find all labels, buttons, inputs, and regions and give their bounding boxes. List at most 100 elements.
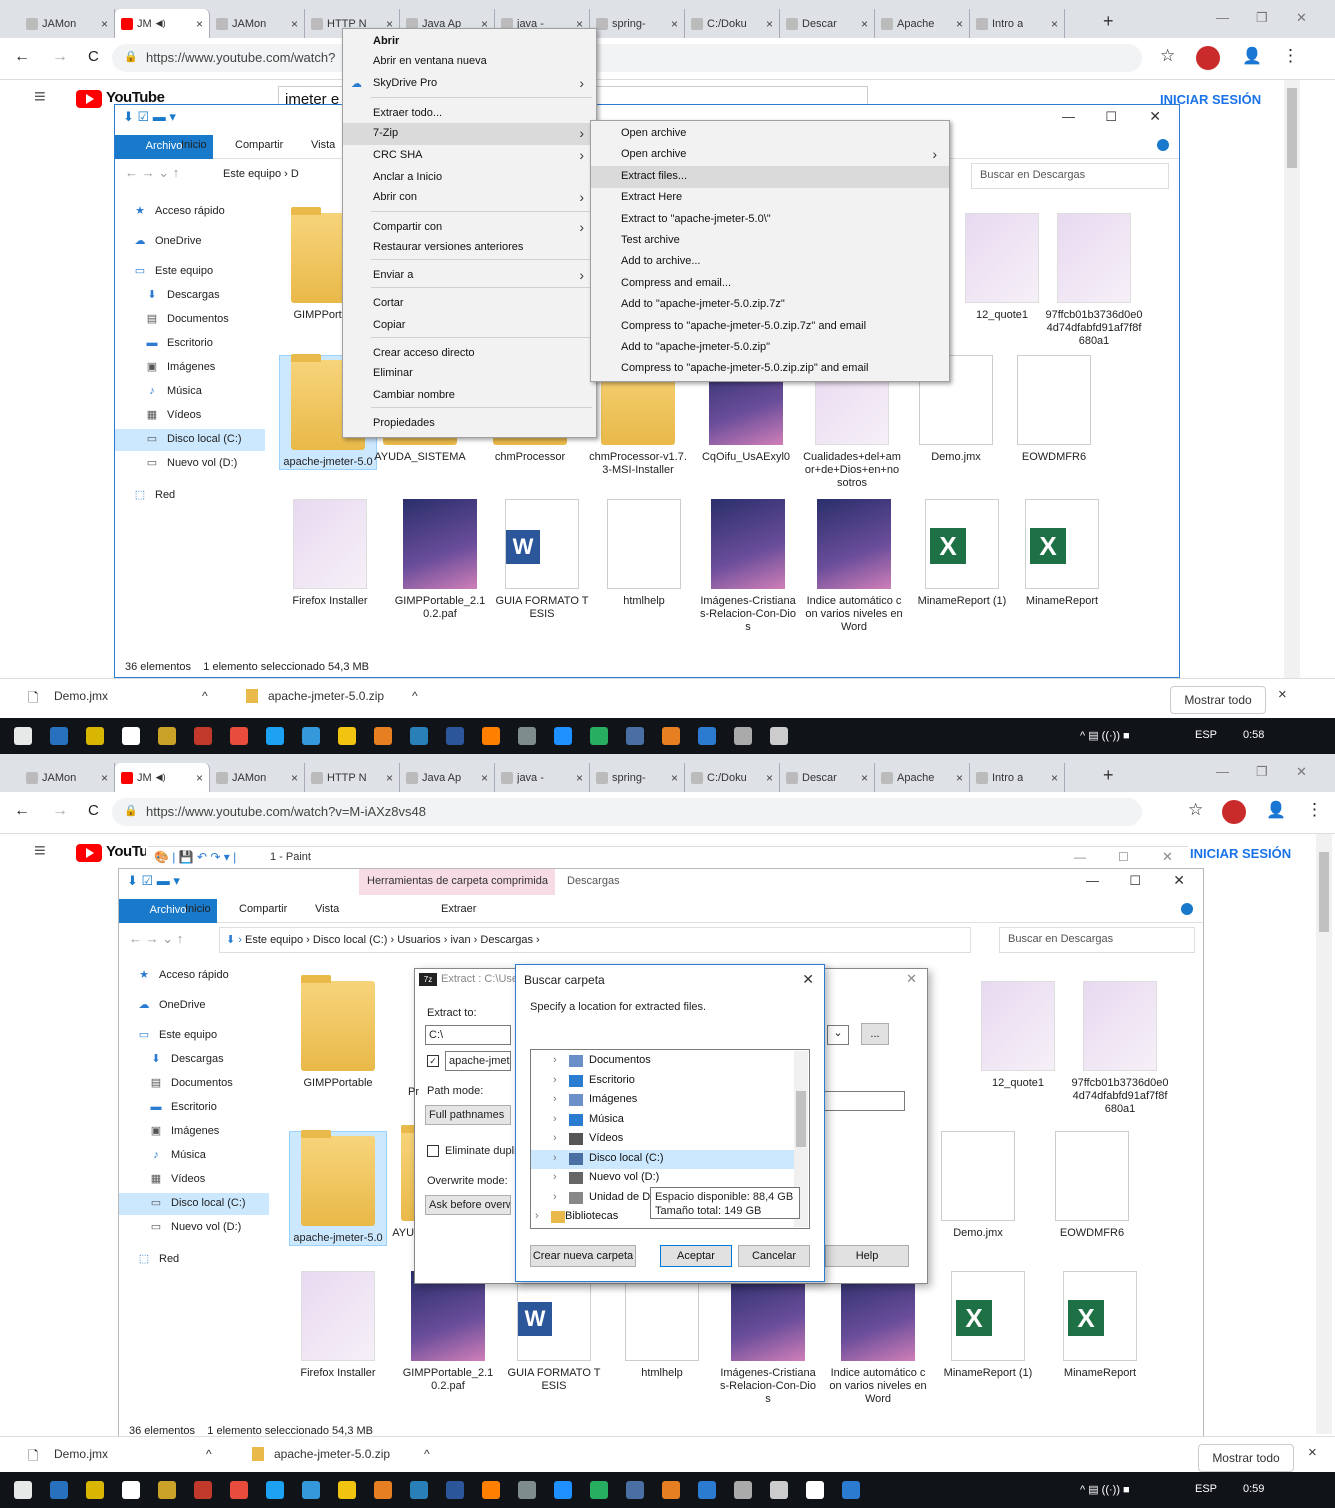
new-tab-button[interactable]: + — [1103, 765, 1114, 786]
nav-item-disco-local-c-[interactable]: ▭ Disco local (C:) — [115, 429, 265, 451]
nav-item-m-sica[interactable]: ♪ Música — [115, 381, 265, 403]
breadcrumb-item[interactable]: Este equipo — [245, 934, 303, 946]
browser-tab[interactable]: Descar × — [780, 763, 875, 792]
close-icon[interactable]: × — [291, 771, 298, 785]
file-item[interactable]: EOWDMFR6 — [1005, 355, 1103, 464]
menu-item-compartir-con[interactable]: Compartir con › — [343, 217, 596, 239]
close-icon[interactable]: × — [386, 771, 393, 785]
close-icon[interactable]: ✕ — [1149, 108, 1161, 125]
browser-tab[interactable]: JAMon × — [210, 9, 305, 38]
menu-item-propiedades[interactable]: Propiedades — [343, 413, 596, 435]
tree-item-im-genes[interactable]: › Imágenes — [531, 1091, 795, 1110]
ok-button[interactable]: Aceptar — [660, 1245, 732, 1267]
signin-link[interactable]: INICIAR SESIÓN — [1190, 846, 1291, 861]
nav-item-v-deos[interactable]: ▦ Vídeos — [115, 405, 265, 427]
chevron-right-icon[interactable]: › — [553, 1054, 557, 1066]
menu-icon[interactable]: ⋮ — [1306, 800, 1323, 820]
file-item[interactable]: Firefox Installer — [281, 499, 379, 608]
taskbar-app-icon[interactable] — [554, 1481, 572, 1499]
taskbar-app-icon[interactable] — [302, 1481, 320, 1499]
ribbon-tab-compartir[interactable]: Compartir — [235, 139, 283, 151]
download-item-jmeter[interactable]: apache-jmeter-5.0.zip — [268, 689, 384, 703]
taskbar-app-icon[interactable] — [770, 727, 788, 745]
tree-item-documentos[interactable]: › Documentos — [531, 1052, 795, 1071]
menu-item-eliminar[interactable]: Eliminar — [343, 363, 596, 385]
menu-item-anclar-a-inicio[interactable]: Anclar a Inicio — [343, 167, 596, 189]
chevron-up-icon[interactable]: ^ — [412, 689, 418, 703]
checkbox-icon[interactable]: ✓ — [427, 1055, 439, 1067]
file-item[interactable]: MinameReport (1) — [939, 1271, 1037, 1380]
taskbar-app-icon[interactable] — [446, 1481, 464, 1499]
quick-access-toolbar-icon[interactable]: ⬇ ☑ ▬ ▾ — [127, 873, 180, 889]
windows-start-icon[interactable] — [14, 727, 32, 745]
cancel-button[interactable]: Cancelar — [738, 1245, 810, 1267]
taskbar-app-icon[interactable] — [806, 1481, 824, 1499]
close-icon[interactable]: × — [861, 17, 868, 31]
close-icon[interactable]: ✕ — [906, 971, 917, 987]
download-item-demo[interactable]: Demo.jmx — [54, 1447, 108, 1461]
tray-icons[interactable]: ^ ▤ ((·)) ■ — [1080, 729, 1130, 742]
search-icon[interactable] — [50, 1481, 68, 1499]
address-breadcrumb[interactable]: Este equipo › D — [217, 163, 347, 189]
browser-tab[interactable]: Apache × — [875, 9, 970, 38]
close-icon[interactable]: × — [481, 771, 488, 785]
file-item[interactable]: Demo.jmx — [929, 1131, 1027, 1240]
bookmark-star-icon[interactable]: ☆ — [1188, 800, 1203, 820]
chevron-right-icon[interactable]: › — [553, 1132, 557, 1144]
menu-item-restaurar-versiones-anteriores[interactable]: Restaurar versiones anteriores — [343, 237, 596, 259]
file-item[interactable]: Imágenes-Cristianas-Relacion-Con-Dios — [719, 1271, 817, 1406]
file-item[interactable]: MinameReport (1) — [913, 499, 1011, 608]
chevron-up-icon[interactable]: ^ — [206, 1447, 212, 1461]
nav-item-descargas[interactable]: ⬇ Descargas — [119, 1049, 269, 1071]
breadcrumb-item[interactable]: Disco local (C:) — [313, 934, 388, 946]
submenu-item[interactable]: Add to "apache-jmeter-5.0.zip.7z" — [591, 294, 949, 316]
new-tab-button[interactable]: + — [1103, 11, 1114, 32]
close-icon[interactable]: ✕ — [1296, 10, 1307, 26]
help-button[interactable]: Help — [825, 1245, 909, 1267]
page-scrollbar[interactable] — [1316, 834, 1332, 1434]
page-scrollbar[interactable] — [1284, 80, 1300, 680]
browser-tab[interactable]: Java Ap × — [400, 763, 495, 792]
browser-tab[interactable]: spring- × — [590, 763, 685, 792]
submenu-item[interactable]: Compress and email... — [591, 273, 949, 295]
taskbar-app-icon[interactable] — [338, 1481, 356, 1499]
close-icon[interactable]: × — [196, 17, 203, 31]
taskbar-app-icon[interactable] — [158, 1481, 176, 1499]
chevron-right-icon[interactable]: › — [553, 1152, 557, 1164]
menu-item-enviar-a[interactable]: Enviar a › — [343, 265, 596, 287]
youtube-logo-icon[interactable] — [76, 844, 102, 862]
file-item[interactable]: GIMPPortable_2.10.2.paf — [391, 499, 489, 621]
nav-item-red[interactable]: ⬚ Red — [115, 485, 265, 507]
clock[interactable]: 0:59 — [1243, 1483, 1264, 1495]
extension-icon[interactable] — [1196, 46, 1220, 70]
submenu-item[interactable]: Extract to "apache-jmeter-5.0\" — [591, 209, 949, 231]
taskbar-app-icon[interactable] — [158, 727, 176, 745]
chevron-down-icon[interactable]: ⌄ — [827, 1025, 849, 1045]
menu-item-extraer-todo[interactable]: Extraer todo... — [343, 103, 596, 125]
ribbon-tab-vista[interactable]: Vista — [311, 139, 335, 151]
file-item[interactable]: htmlhelp — [613, 1271, 711, 1380]
minimize-icon[interactable]: — — [1216, 10, 1229, 25]
browser-tab[interactable]: JM ◀) × — [115, 9, 210, 38]
browser-tab[interactable]: Intro a × — [970, 763, 1065, 792]
file-item[interactable]: GUIA FORMATO TESIS — [505, 1271, 603, 1393]
nav-item-m-sica[interactable]: ♪ Música — [119, 1145, 269, 1167]
taskbar-app-icon[interactable] — [230, 727, 248, 745]
close-icon[interactable]: × — [196, 771, 203, 785]
taskbar-app-icon[interactable] — [194, 727, 212, 745]
file-item[interactable]: apache-jmeter-5.0 — [289, 1130, 387, 1246]
taskbar-app-icon[interactable] — [482, 1481, 500, 1499]
taskbar-app-icon[interactable] — [410, 1481, 428, 1499]
language-indicator[interactable]: ESP — [1195, 1483, 1217, 1495]
taskbar-app-icon[interactable] — [374, 1481, 392, 1499]
submenu-item[interactable]: Open archive › — [591, 144, 949, 166]
nav-item-red[interactable]: ⬚ Red — [119, 1249, 269, 1271]
download-item-demo[interactable]: Demo.jmx — [54, 689, 108, 703]
taskbar-app-icon[interactable] — [122, 1481, 140, 1499]
browser-tab[interactable]: Descar × — [780, 9, 875, 38]
taskbar-app-icon[interactable] — [86, 727, 104, 745]
browse-button[interactable]: ... — [861, 1023, 889, 1045]
nav-item-disco-local-c-[interactable]: ▭ Disco local (C:) — [119, 1193, 269, 1215]
taskbar-app-icon[interactable] — [734, 727, 752, 745]
taskbar-app-icon[interactable] — [86, 1481, 104, 1499]
